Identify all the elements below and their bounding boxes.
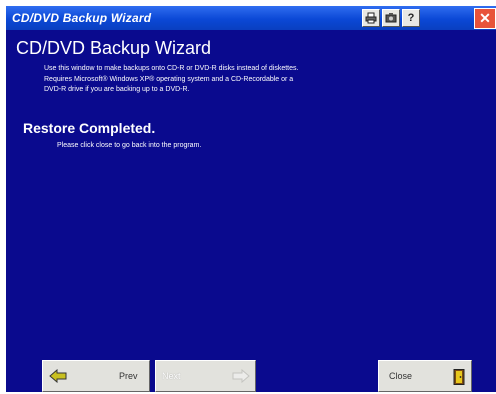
status-message: Please click close to go back into the p… [57,142,202,149]
close-button[interactable]: Close [378,360,472,392]
title-bar[interactable]: CD/DVD Backup Wizard ? ✕ [6,6,496,30]
page-title: CD/DVD Backup Wizard [16,38,212,58]
close-label: Close [389,371,413,381]
arrow-right-icon [232,369,250,383]
description-line: Requires Microsoft® Windows XP® operatin… [44,75,294,83]
description-line: Use this window to make backups onto CD-… [44,65,299,72]
wizard-window: CD/DVD Backup Wizard ? ✕ CD/DVD Backup W… [6,6,496,392]
status-title: Restore Completed. [23,120,156,136]
camera-icon[interactable] [382,9,400,27]
help-icon[interactable]: ? [402,9,420,27]
next-button[interactable]: Next [155,360,256,392]
description-line: DVD-R drive if you are backing up to a D… [44,86,190,93]
arrow-left-icon [49,369,67,383]
next-label: Next [162,371,181,381]
exit-door-icon [453,369,465,385]
print-icon[interactable] [362,9,380,27]
window-title: CD/DVD Backup Wizard [12,11,152,25]
close-icon[interactable]: ✕ [474,8,496,29]
description: Use this window to make backups onto CD-… [44,64,444,96]
prev-button[interactable]: Prev [42,360,150,392]
prev-label: Prev [119,371,138,381]
